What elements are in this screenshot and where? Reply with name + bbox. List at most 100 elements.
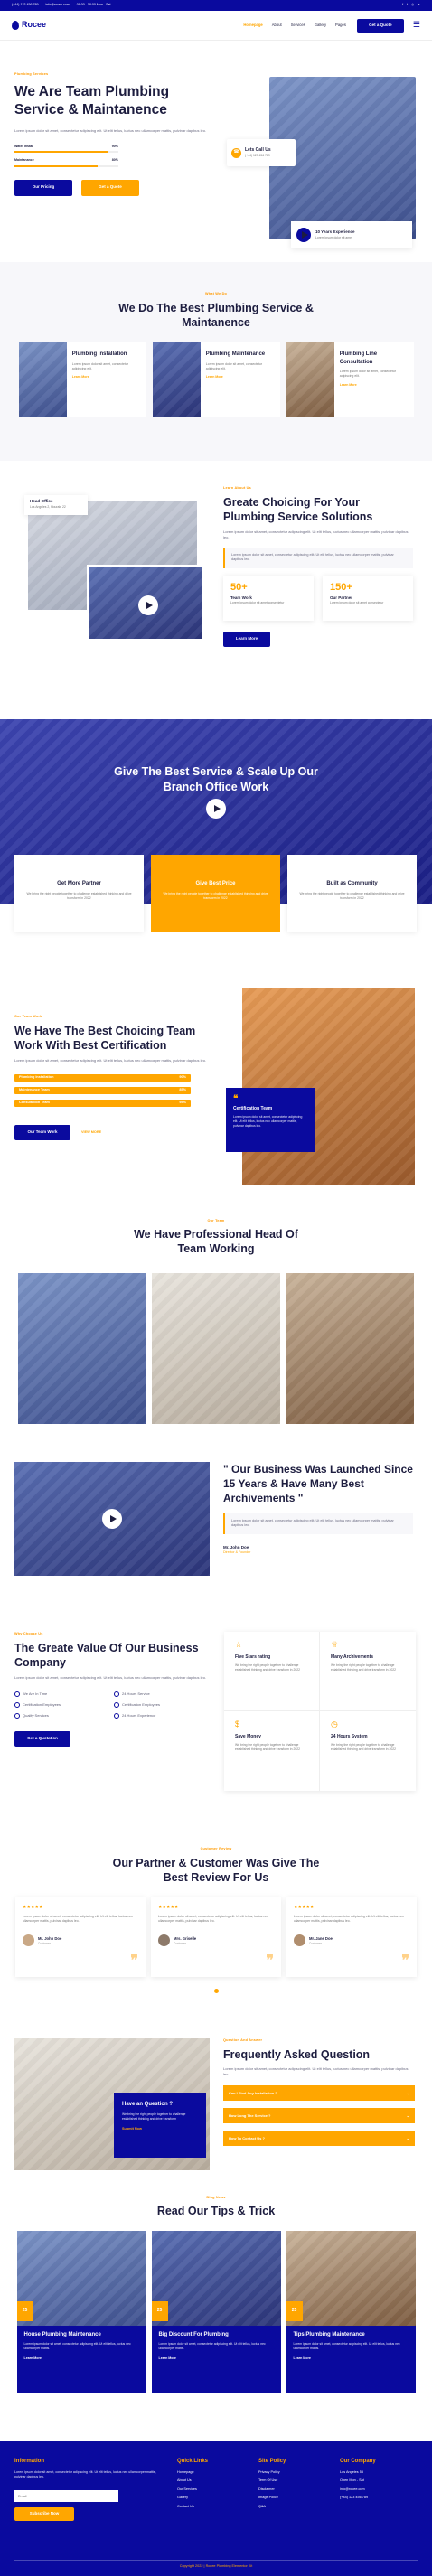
play-icon[interactable] [296, 228, 311, 242]
phone-icon: ☎ [231, 147, 241, 158]
team-member-photo[interactable] [18, 1273, 146, 1425]
submit-link[interactable]: Submit Now [122, 2127, 198, 2132]
reviewer-role: Customer [309, 1941, 322, 1945]
twitter-icon[interactable]: t [407, 3, 408, 7]
nav-home[interactable]: Homepage [243, 23, 262, 28]
team-kicker: Our Team Work [14, 1015, 42, 1018]
youtube-icon[interactable]: ▶ [418, 3, 420, 7]
play-icon[interactable] [206, 799, 226, 819]
policy-link[interactable]: Image Policy [258, 2496, 286, 2501]
blog-read-link[interactable]: Learn More [24, 2356, 139, 2361]
cert-title: Certification Team [233, 1106, 273, 1111]
quotation-button[interactable]: Get a Quotation [14, 1730, 70, 1747]
our-pricing-button[interactable]: Our Pricing [14, 179, 72, 196]
quote-icon: ❞ [266, 1953, 274, 1969]
story-role: Director & Founder [223, 1550, 251, 1555]
team-text: Lorem ipsum dolor sit amet, consectetur … [14, 1058, 207, 1063]
service-link[interactable]: Learn More [206, 375, 275, 379]
value-title: The Greate Value Of Our Business Company [14, 1641, 199, 1669]
service-card[interactable]: Plumbing Line Consultation Lorem ipsum do… [286, 342, 414, 417]
nav-services[interactable]: Services [291, 23, 305, 28]
subscribe-button[interactable]: Subscribe Now [14, 2507, 74, 2522]
service-card[interactable]: Plumbing Installation Lorem ipsum dolor s… [18, 342, 146, 417]
service-link[interactable]: Learn More [340, 383, 409, 388]
menu-icon[interactable]: ☰ [413, 19, 420, 31]
skill-value: 80% [111, 158, 118, 163]
faq-item[interactable]: How Long The Service ? ⌄ [223, 2108, 415, 2124]
policy-link[interactable]: Disclaimer [258, 2487, 286, 2493]
team-member-photo[interactable] [286, 1273, 414, 1425]
footer-link[interactable]: Homepage [177, 2470, 208, 2476]
blog-section: Blog News Read Our Tips & Trick 25 House… [0, 2192, 432, 2441]
call-title: Lets Call Us [245, 146, 271, 153]
service-card[interactable]: Plumbing Maintenance Lorem ipsum dolor si… [152, 342, 280, 417]
story-quote: " Our Business Was Launched Since 15 Yea… [223, 1463, 413, 1505]
blog-read-link[interactable]: Learn More [294, 2356, 409, 2361]
newsletter-email-input[interactable] [14, 2490, 118, 2503]
blog-card[interactable]: 25 House Plumbing Maintenance Lorem ipsu… [16, 2230, 146, 2393]
feature-text: We bring the right people together to ch… [235, 1743, 300, 1752]
learn-more-button[interactable]: Learn More [223, 631, 270, 647]
play-icon[interactable] [138, 595, 158, 615]
nav-gallery[interactable]: Gallery [315, 23, 326, 28]
policy-link[interactable]: Term Of Use [258, 2478, 286, 2484]
about-text: Lorem ipsum dolor sit amet, consectetur … [223, 529, 409, 539]
experience-card: 10 Years Experience Lorem ipsum dolor sit… [291, 221, 412, 248]
feature-cell: ♕ Many Archivements We bring the right p… [320, 1632, 416, 1711]
blog-card[interactable]: 25 Big Discount For Plumbing Lorem ipsum… [151, 2230, 281, 2393]
blog-post-title[interactable]: Big Discount For Plumbing [159, 2331, 274, 2339]
blog-kicker: Blog News [206, 2196, 226, 2199]
policy-link[interactable]: Privacy Policy [258, 2470, 286, 2476]
play-icon[interactable] [102, 1509, 122, 1529]
team-member-photo[interactable] [152, 1273, 280, 1425]
blog-post-title[interactable]: Tips Plumbing Maintenance [294, 2331, 409, 2339]
stat-text: Lorem ipsum dolor sit amet consectetur [230, 601, 285, 605]
footer: Information Lorem ipsum dolor sit amet, … [0, 2441, 432, 2576]
heads-title: We Have Professional Head Of Team Workin… [134, 1227, 298, 1255]
blog-post-title[interactable]: House Plumbing Maintenance [24, 2331, 139, 2339]
instagram-icon[interactable]: ◎ [411, 3, 414, 7]
get-quote-button[interactable]: Get a Quote [356, 18, 404, 33]
footer-link[interactable]: Contact Us [177, 2505, 208, 2510]
carousel-dot-active[interactable] [213, 1989, 219, 1993]
carousel-dots[interactable] [0, 1989, 432, 1993]
faq-item[interactable]: Can I Find Any Installation ? ⌄ [223, 2085, 415, 2102]
star-icon: ☆ [235, 1640, 243, 1649]
blog-image [16, 2230, 146, 2326]
bar-value: 95% [179, 1101, 186, 1105]
feature-text: We bring the right people together to ch… [331, 1663, 396, 1672]
our-company-title: Our Company [340, 2459, 376, 2464]
check-item: We Are In Time [14, 1691, 114, 1697]
blog-card[interactable]: 25 Tips Plumbing Maintenance Lorem ipsum… [286, 2230, 416, 2393]
exp-title: 10 Years Experience [315, 229, 355, 235]
reviewer-name: Mr. John Doe [38, 1935, 62, 1941]
footer-link[interactable]: Our Services [177, 2487, 208, 2493]
policy-link[interactable]: Q&A [258, 2505, 286, 2510]
reviews-title: Our Partner & Customer Was Give The Best… [112, 1856, 320, 1884]
skill-value: 90% [111, 145, 118, 149]
footer-link[interactable]: About Us [177, 2478, 208, 2484]
footer-link[interactable]: Gallery [177, 2496, 208, 2501]
service-text: Lorem ipsum dolor sit amet, consectetur … [71, 361, 129, 370]
review-text: Lorem ipsum dolor sit amet, consectetur … [158, 1915, 268, 1924]
value-text: Lorem ipsum dolor sit amet, consectetur … [14, 1675, 207, 1680]
hero-quote-button[interactable]: Get a Quote [81, 179, 139, 196]
facebook-icon[interactable]: f [402, 3, 403, 7]
feature-title: Many Archivements [331, 1654, 374, 1661]
review-card: ★★★★★ Lorem ipsum dolor sit amet, consec… [15, 1897, 146, 1977]
nav-pages[interactable]: Pages [335, 23, 346, 28]
blog-read-link[interactable]: Learn More [159, 2356, 274, 2361]
view-more-link[interactable]: VIEW MORE [81, 1130, 101, 1136]
blog-post-text: Lorem ipsum dolor sit amet, consectetur … [23, 2342, 131, 2351]
logo[interactable]: Rocee [12, 19, 46, 31]
heads-kicker: Our Team [207, 1219, 225, 1222]
chevron-down-icon: ⌄ [406, 2090, 409, 2095]
faq-item[interactable]: How To Contact Us ? ⌄ [223, 2131, 415, 2147]
service-link[interactable]: Learn More [72, 375, 141, 379]
feature-title: 24 Hours System [331, 1734, 368, 1740]
service-title: Plumbing Maintenance [205, 351, 266, 357]
our-team-button[interactable]: Our Team Work [14, 1124, 70, 1140]
nav-about[interactable]: About [272, 23, 282, 28]
heads-section: Our Team We Have Professional Head Of Te… [0, 1216, 432, 1425]
office-address: Los Angeles 2, Hourale 22 [30, 504, 66, 509]
